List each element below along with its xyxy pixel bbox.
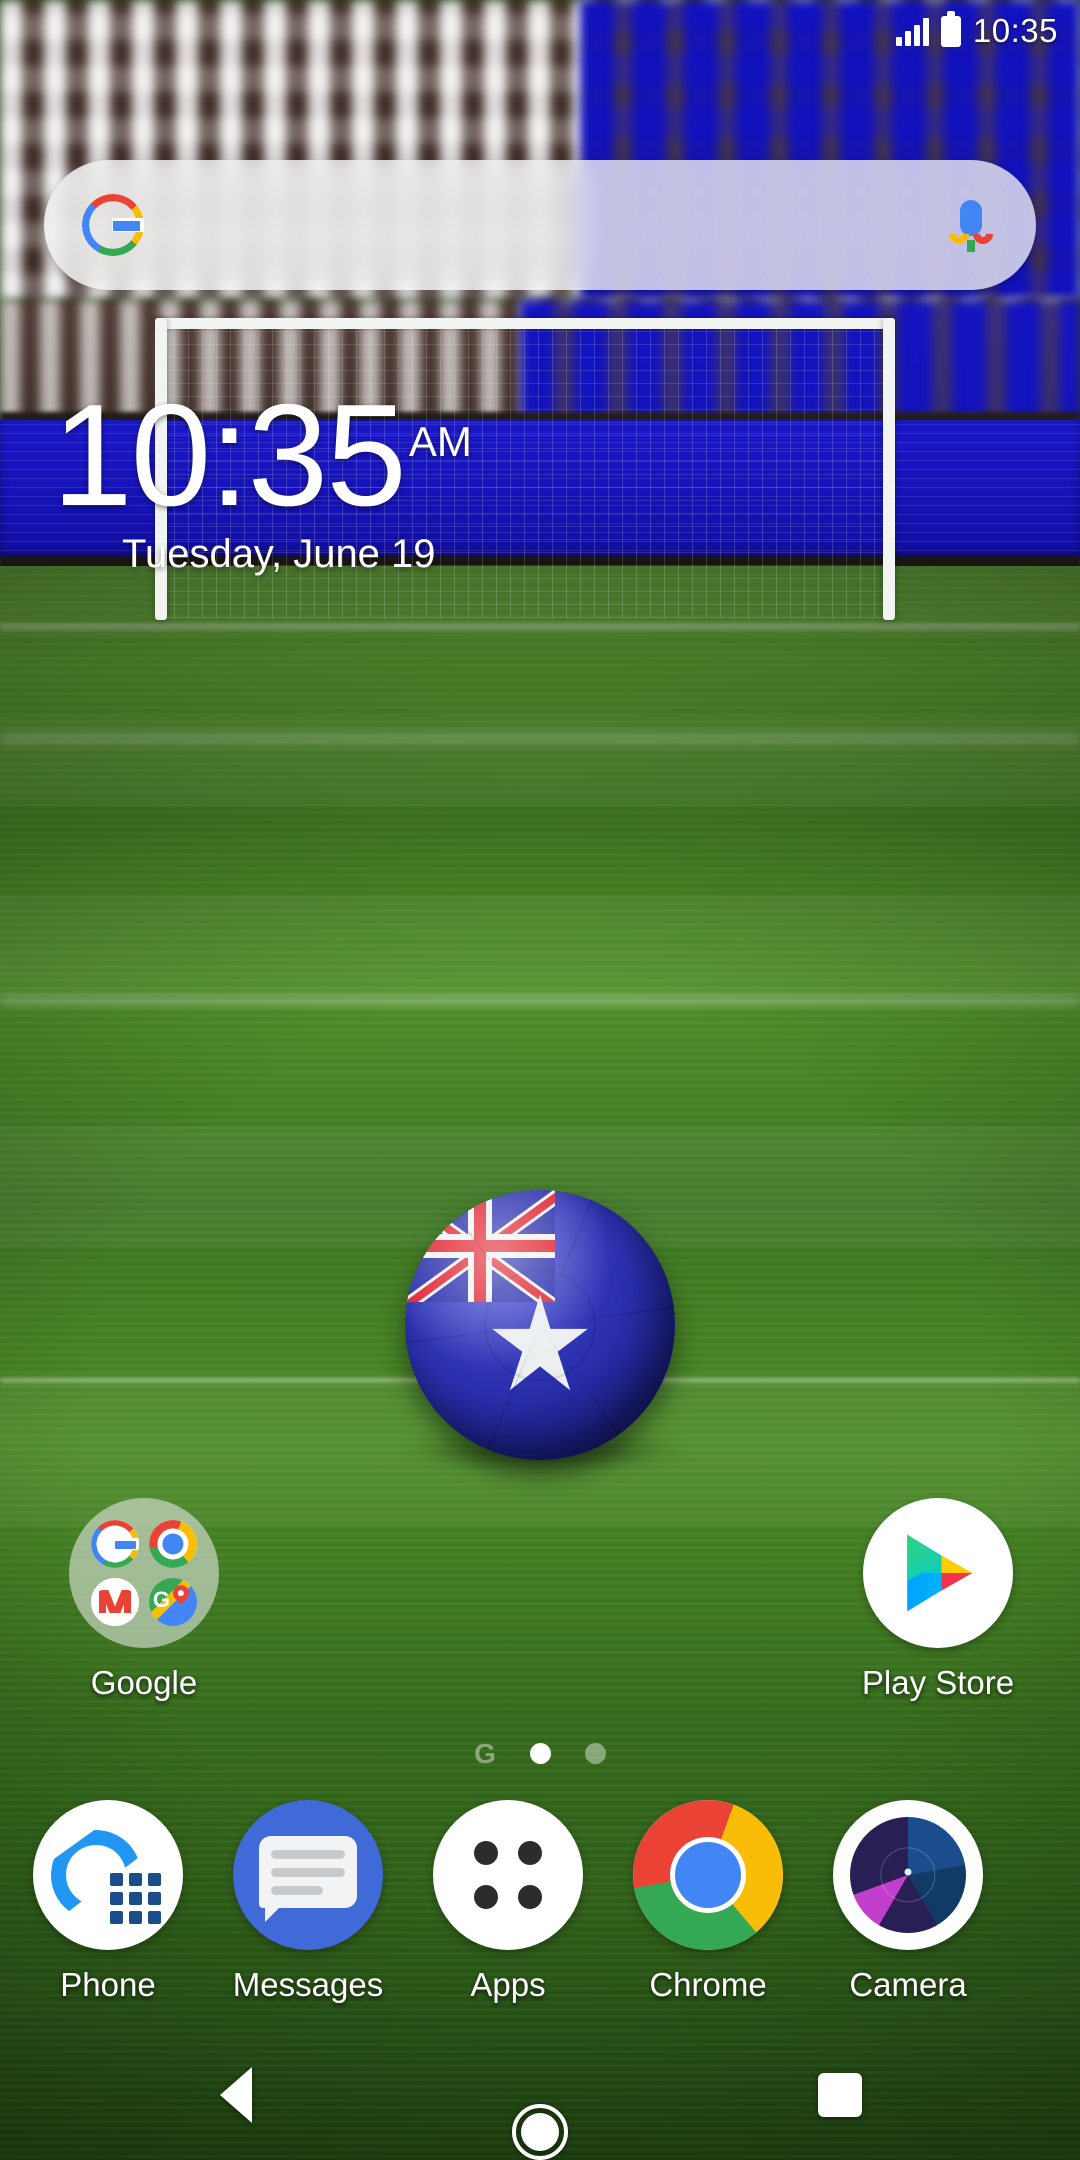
dock-item-label: Messages [232,1966,384,2003]
maps-icon: G [149,1578,197,1626]
status-bar: 10:35 [0,0,1080,62]
dock-item-label: Phone [60,1966,156,2003]
dock-item-apps[interactable]: Apps [408,1800,608,2004]
goal-post-right [883,318,895,620]
google-icon [91,1520,139,1568]
google-feed-page-icon[interactable]: G [474,1739,496,1767]
page-indicator: G [0,1730,1080,1776]
home-icon-label: Play Store [861,1664,1015,1701]
australia-flag-soccer-ball [405,1190,675,1460]
home-screen-icon-row: G Google Play Store [0,1498,1080,1718]
google-folder-icon[interactable]: G [69,1498,219,1648]
home-icon[interactable] [512,2104,568,2160]
dock-item-label: Apps [470,1966,546,2003]
dock-item-phone[interactable]: Phone [8,1800,208,2004]
page-dot[interactable] [584,1742,606,1764]
goal-crossbar [155,318,895,329]
status-bar-clock: 10:35 [972,12,1058,49]
dock: Phone Messages Apps Chrome Camera [0,1800,1080,2010]
clock-date: Tuesday, June 19 [122,531,436,576]
recents-icon[interactable] [818,2073,862,2117]
dock-item-camera[interactable]: Camera [808,1800,1008,2004]
dock-item-messages[interactable]: Messages [208,1800,408,2004]
page-dot-active[interactable] [529,1742,551,1764]
phone-icon[interactable] [33,1800,183,1950]
signal-bars-icon [895,16,929,46]
clock-meridiem: AM [408,417,472,465]
home-icon-google-folder[interactable]: G Google [36,1498,252,1702]
clock-widget[interactable]: 10:35AM Tuesday, June 19 [52,383,472,577]
dock-item-chrome[interactable]: Chrome [608,1800,808,2004]
camera-icon[interactable] [833,1800,983,1950]
clock-time-row: 10:35AM [52,383,472,528]
chrome-icon[interactable] [633,1800,783,1950]
battery-full-icon [940,10,961,47]
messages-icon[interactable] [233,1800,383,1950]
chrome-icon [149,1520,197,1568]
microphone-icon[interactable] [944,194,998,256]
google-search-bar[interactable] [44,160,1036,290]
dock-item-label: Chrome [649,1966,767,2003]
play-store-icon[interactable] [863,1498,1013,1648]
dock-item-label: Camera [849,1966,967,2003]
apps-grid-icon[interactable] [433,1800,583,1950]
back-icon[interactable] [220,2067,252,2123]
google-g-icon [82,194,144,256]
search-input[interactable] [144,160,944,290]
navigation-bar [0,2030,1080,2160]
clock-time: 10:35 [52,374,407,536]
home-icon-play-store[interactable]: Play Store [830,1498,1046,1702]
home-icon-label: Google [90,1664,198,1701]
gmail-icon [91,1578,139,1626]
